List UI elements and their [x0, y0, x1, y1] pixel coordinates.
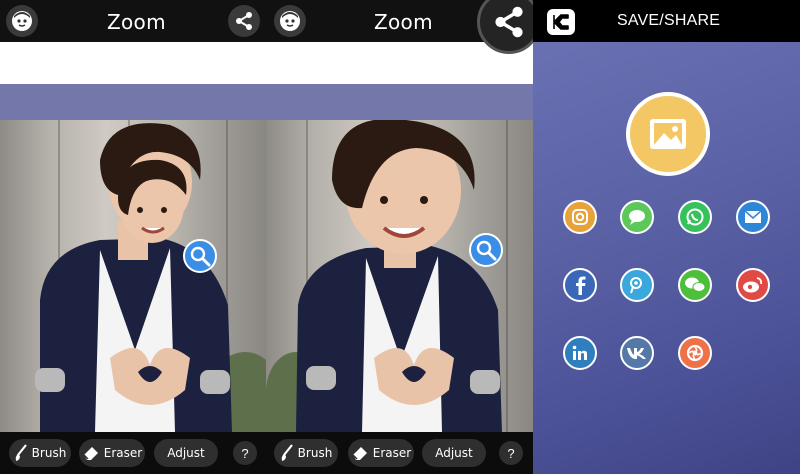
magnifier-icon [190, 246, 211, 267]
eraser-label: Eraser [372, 446, 412, 460]
zoom-lens[interactable] [469, 233, 503, 267]
help-label: ? [241, 445, 249, 461]
vk-icon[interactable] [620, 336, 654, 370]
face-mode-button[interactable] [6, 5, 38, 37]
tool-bar: Brush Eraser Adjust ? [266, 432, 533, 474]
adjust-button[interactable]: Adjust [422, 439, 486, 467]
zoom-panel-right: Zoom Brush Eraser Adjust ? [266, 0, 533, 474]
top-bar: Zoom [0, 0, 266, 42]
background-strip [0, 84, 266, 120]
periscope-icon[interactable] [620, 268, 654, 302]
back-button[interactable] [547, 9, 575, 35]
eraser-icon [83, 447, 98, 460]
face-icon [12, 11, 32, 31]
zoom-lens[interactable] [183, 239, 217, 273]
edit-photo[interactable] [266, 120, 533, 432]
aperture-icon[interactable] [678, 336, 712, 370]
weibo-icon[interactable] [736, 268, 770, 302]
page-title: SAVE/SHARE [617, 12, 721, 29]
tool-bar: Brush Eraser Adjust ? [0, 432, 266, 474]
brush-icon [281, 444, 293, 461]
brush-button[interactable]: Brush [274, 439, 338, 467]
message-icon[interactable] [620, 200, 654, 234]
image-icon [650, 119, 686, 149]
help-button[interactable]: ? [499, 441, 523, 465]
eraser-button[interactable]: Eraser [79, 439, 145, 467]
mail-icon[interactable] [736, 200, 770, 234]
brush-icon [15, 444, 27, 461]
brush-button[interactable]: Brush [9, 439, 71, 467]
eraser-button[interactable]: Eraser [348, 439, 414, 467]
woman-figure [35, 123, 232, 432]
share-button[interactable] [228, 5, 260, 37]
page-title: Zoom [107, 10, 166, 34]
zoom-panel-left: Zoom Brush Eraser Adjust ? [0, 0, 266, 474]
save-share-panel: SAVE/SHARE [533, 0, 800, 474]
blank-strip [0, 42, 266, 84]
brush-label: Brush [297, 446, 333, 460]
linkedin-icon[interactable] [563, 336, 597, 370]
adjust-label: Adjust [435, 446, 473, 460]
eraser-label: Eraser [103, 446, 143, 460]
eraser-icon [352, 447, 367, 460]
help-label: ? [507, 445, 515, 461]
wechat-icon[interactable] [678, 268, 712, 302]
back-arrow-icon [553, 14, 569, 30]
woman-figure [296, 120, 502, 432]
share-icon [236, 12, 252, 30]
page-title: Zoom [374, 10, 433, 34]
magnifier-icon [476, 240, 497, 261]
adjust-label: Adjust [167, 446, 205, 460]
gallery-button[interactable] [626, 92, 710, 176]
brush-label: Brush [31, 446, 67, 460]
help-button[interactable]: ? [233, 441, 257, 465]
top-bar: SAVE/SHARE [533, 0, 800, 42]
instagram-icon[interactable] [563, 200, 597, 234]
face-mode-button[interactable] [274, 5, 306, 37]
edit-photo[interactable] [0, 120, 266, 432]
background-strip [266, 84, 533, 120]
whatsapp-icon[interactable] [678, 200, 712, 234]
facebook-icon[interactable] [563, 268, 597, 302]
adjust-button[interactable]: Adjust [154, 439, 218, 467]
share-icon [495, 6, 523, 38]
face-icon [280, 11, 300, 31]
